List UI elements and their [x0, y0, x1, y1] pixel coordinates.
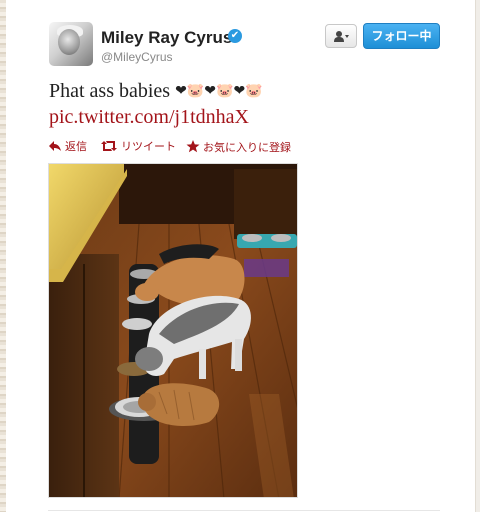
- favorite-action[interactable]: お気に入りに登録: [186, 138, 291, 155]
- pig-emoji: 🐷: [186, 83, 205, 99]
- heart-emoji: ❤: [175, 83, 187, 99]
- avatar-face: [58, 29, 80, 55]
- photo-dogs-eating: [49, 164, 297, 497]
- pig-emoji: 🐷: [216, 83, 234, 99]
- verified-badge-icon: ✔: [228, 29, 242, 43]
- heart-emoji: ❤: [233, 83, 246, 99]
- retweet-action[interactable]: リツイート: [100, 138, 176, 154]
- tweet-photo[interactable]: [48, 163, 298, 498]
- reply-arrow-icon: [49, 141, 61, 151]
- pig-emoji: 🐷: [245, 83, 263, 99]
- avatar[interactable]: [49, 22, 93, 66]
- media-link[interactable]: pic.twitter.com/j1tdnhaX: [49, 106, 249, 129]
- username[interactable]: @MileyCyrus: [101, 50, 173, 64]
- reply-action[interactable]: 返信: [48, 138, 87, 154]
- favorite-label: お気に入りに登録: [203, 142, 291, 154]
- reply-label: 返信: [65, 141, 87, 153]
- divider: [48, 510, 440, 511]
- user-dropdown-icon: [334, 31, 349, 42]
- following-button[interactable]: フォロー中: [363, 23, 440, 49]
- tweet-text-body: Phat ass babies: [49, 80, 171, 102]
- user-dropdown-button[interactable]: [325, 24, 357, 48]
- tweet-text: Phat ass babies ❤🐷❤🐷❤🐷: [49, 80, 263, 103]
- background-edge-right: [475, 0, 480, 512]
- retweet-icon: [101, 141, 117, 151]
- heart-emoji: ❤: [204, 83, 216, 99]
- retweet-label: リツイート: [121, 141, 176, 153]
- display-name[interactable]: Miley Ray Cyrus: [101, 28, 232, 48]
- star-icon: [186, 140, 200, 153]
